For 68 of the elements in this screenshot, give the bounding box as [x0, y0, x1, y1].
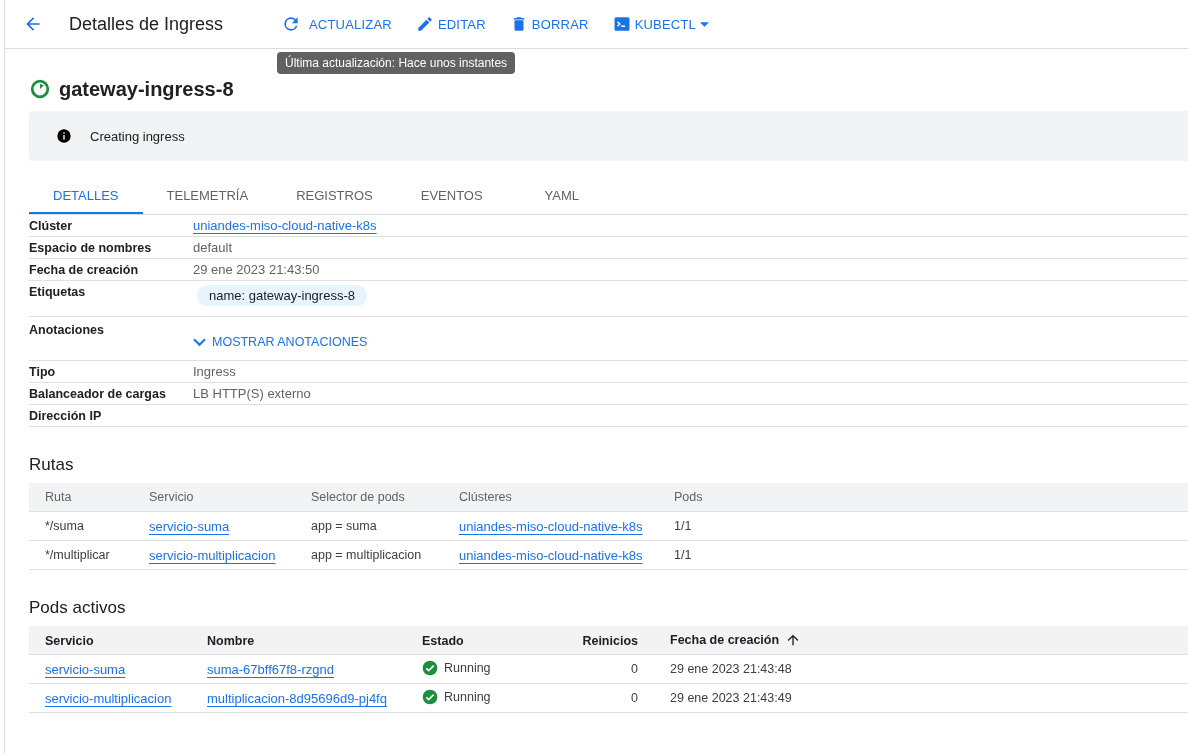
- table-link[interactable]: servicio-multiplicacion: [45, 690, 172, 706]
- table-cell: app = multiplicacion: [311, 548, 422, 562]
- field-label: Balanceador de cargas: [29, 386, 167, 401]
- progress-icon: [29, 78, 51, 100]
- field-label: Fecha de creación: [29, 262, 140, 277]
- field-label: Etiquetas: [29, 285, 87, 299]
- caret-icon: [700, 21, 709, 27]
- field-value: default: [193, 240, 233, 255]
- table-cell: */multiplicar: [45, 548, 110, 562]
- cluster-link[interactable]: uniandes-miso-cloud-native-k8s: [193, 218, 377, 233]
- column-header[interactable]: Servicio: [45, 633, 94, 648]
- field-label: Espacio de nombres: [29, 240, 153, 255]
- tab[interactable]: YAML: [506, 180, 617, 214]
- field-value: 29 ene 2023 21:43:50: [193, 262, 320, 277]
- section-title: Rutas: [29, 455, 75, 475]
- column-header: Clústeres: [443, 483, 658, 512]
- table-cell: 0: [631, 691, 638, 705]
- info-icon: [56, 128, 72, 144]
- tooltip: Última actualización: Hace unos instantes: [277, 52, 516, 74]
- check-circle-icon: [422, 688, 438, 705]
- column-header: Servicio: [133, 483, 295, 512]
- show-annotations-button[interactable]: MOSTRAR ANOTACIONES: [193, 335, 368, 349]
- table-cell: 0: [631, 662, 638, 676]
- status-text: Running: [444, 660, 491, 675]
- tab[interactable]: EVENTOS: [396, 180, 507, 214]
- banner-text: Creating ingress: [90, 128, 185, 144]
- column-header: Pods: [658, 483, 1188, 512]
- table-cell: 29 ene 2023 21:43:48: [670, 662, 792, 676]
- field-value: LB HTTP(S) externo: [193, 386, 311, 401]
- table-link[interactable]: servicio-suma: [45, 661, 126, 677]
- table-link[interactable]: uniandes-miso-cloud-native-k8s: [459, 518, 643, 534]
- terminal-icon: [612, 15, 631, 33]
- chevron-down-icon: [193, 337, 206, 347]
- table-link[interactable]: suma-67bff67f8-rzgnd: [207, 661, 334, 677]
- table-cell: app = suma: [311, 519, 377, 533]
- column-header[interactable]: Estado: [422, 633, 464, 648]
- status-text: Running: [444, 689, 491, 704]
- column-header[interactable]: Fecha de creación: [670, 633, 780, 647]
- resource-name: gateway-ingress-8: [59, 77, 234, 101]
- table-cell: 29 ene 2023 21:43:49: [670, 691, 792, 705]
- tab[interactable]: TELEMETRÍA: [142, 180, 273, 214]
- table-cell: 1/1: [674, 519, 692, 533]
- page-title: Detalles de Ingress: [69, 13, 225, 35]
- toolbar-button[interactable]: ACTUALIZAR: [273, 10, 400, 38]
- check-circle-icon: [422, 659, 438, 676]
- field-label: Dirección IP: [29, 408, 103, 423]
- toolbar-button[interactable]: BORRAR: [501, 10, 597, 38]
- field-label: Clúster: [29, 218, 74, 233]
- table-link[interactable]: uniandes-miso-cloud-native-k8s: [459, 547, 643, 563]
- table-link[interactable]: multiplicacion-8d95696d9-pj4fq: [207, 690, 387, 706]
- field-value: Ingress: [193, 364, 236, 379]
- refresh-icon: [281, 14, 301, 34]
- tab[interactable]: DETALLES: [29, 180, 143, 214]
- table-link[interactable]: servicio-multiplicacion: [149, 547, 276, 563]
- toolbar-button[interactable]: KUBECTL: [604, 10, 717, 38]
- table-cell: */suma: [45, 519, 84, 533]
- column-header: Ruta: [29, 483, 133, 512]
- tab[interactable]: REGISTROS: [272, 180, 397, 214]
- section-title: Pods activos: [29, 598, 127, 618]
- field-label: Tipo: [29, 364, 57, 379]
- pencil-icon: [415, 15, 434, 33]
- label-chip: name: gateway-ingress-8: [197, 285, 367, 306]
- toolbar-button[interactable]: EDITAR: [407, 10, 494, 38]
- field-label: Anotaciones: [29, 323, 105, 337]
- column-header[interactable]: Nombre: [207, 633, 255, 648]
- table-cell: 1/1: [674, 548, 692, 562]
- table-link[interactable]: servicio-suma: [149, 518, 230, 534]
- column-header: Selector de pods: [295, 483, 443, 512]
